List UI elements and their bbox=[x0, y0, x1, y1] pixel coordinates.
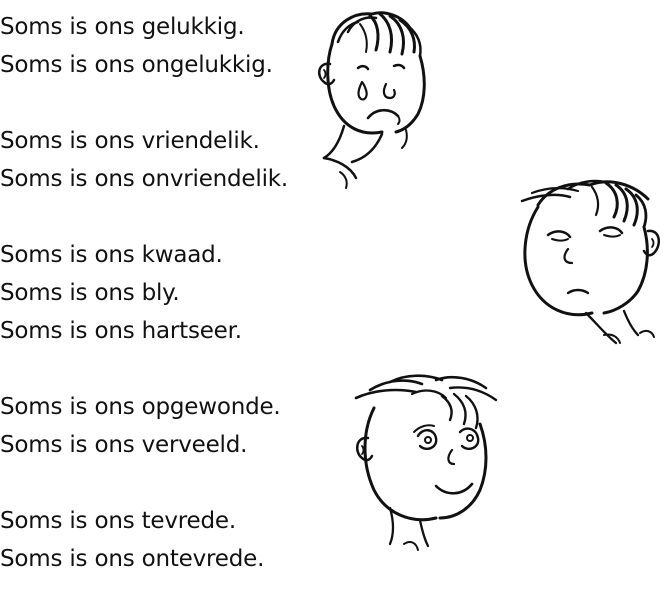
poem-line: Soms is ons bly. bbox=[0, 280, 180, 306]
stanza-1: Soms is ons gelukkig. Soms is ons ongelu… bbox=[0, 8, 330, 84]
poem-line: Soms is ons tevrede. bbox=[0, 508, 236, 534]
poem-line: Soms is ons ongelukkig. bbox=[0, 52, 273, 78]
poem-line: Soms is ons hartseer. bbox=[0, 318, 242, 344]
stanza-5: Soms is ons tevrede. Soms is ons ontevre… bbox=[0, 502, 330, 578]
poem-line: Soms is ons onvriendelik. bbox=[0, 166, 288, 192]
poem-text: Soms is ons gelukkig. Soms is ons ongelu… bbox=[0, 8, 330, 578]
poem-line: Soms is ons opgewonde. bbox=[0, 394, 281, 420]
poem-line: Soms is ons kwaad. bbox=[0, 242, 223, 268]
poem-line: Soms is ons gelukkig. bbox=[0, 14, 245, 40]
poem-line: Soms is ons ontevrede. bbox=[0, 546, 265, 572]
sleepy-boy-face-icon bbox=[508, 165, 664, 350]
stanza-4: Soms is ons opgewonde. Soms is ons verve… bbox=[0, 388, 330, 464]
crying-boy-face-icon bbox=[310, 2, 440, 190]
smiling-boy-face-icon bbox=[350, 368, 500, 558]
poem-line: Soms is ons verveeld. bbox=[0, 432, 248, 458]
poem-page: Soms is ons gelukkig. Soms is ons ongelu… bbox=[0, 0, 664, 594]
stanza-3: Soms is ons kwaad. Soms is ons bly. Soms… bbox=[0, 236, 330, 350]
poem-line: Soms is ons vriendelik. bbox=[0, 128, 260, 154]
stanza-2: Soms is ons vriendelik. Soms is ons onvr… bbox=[0, 122, 330, 198]
